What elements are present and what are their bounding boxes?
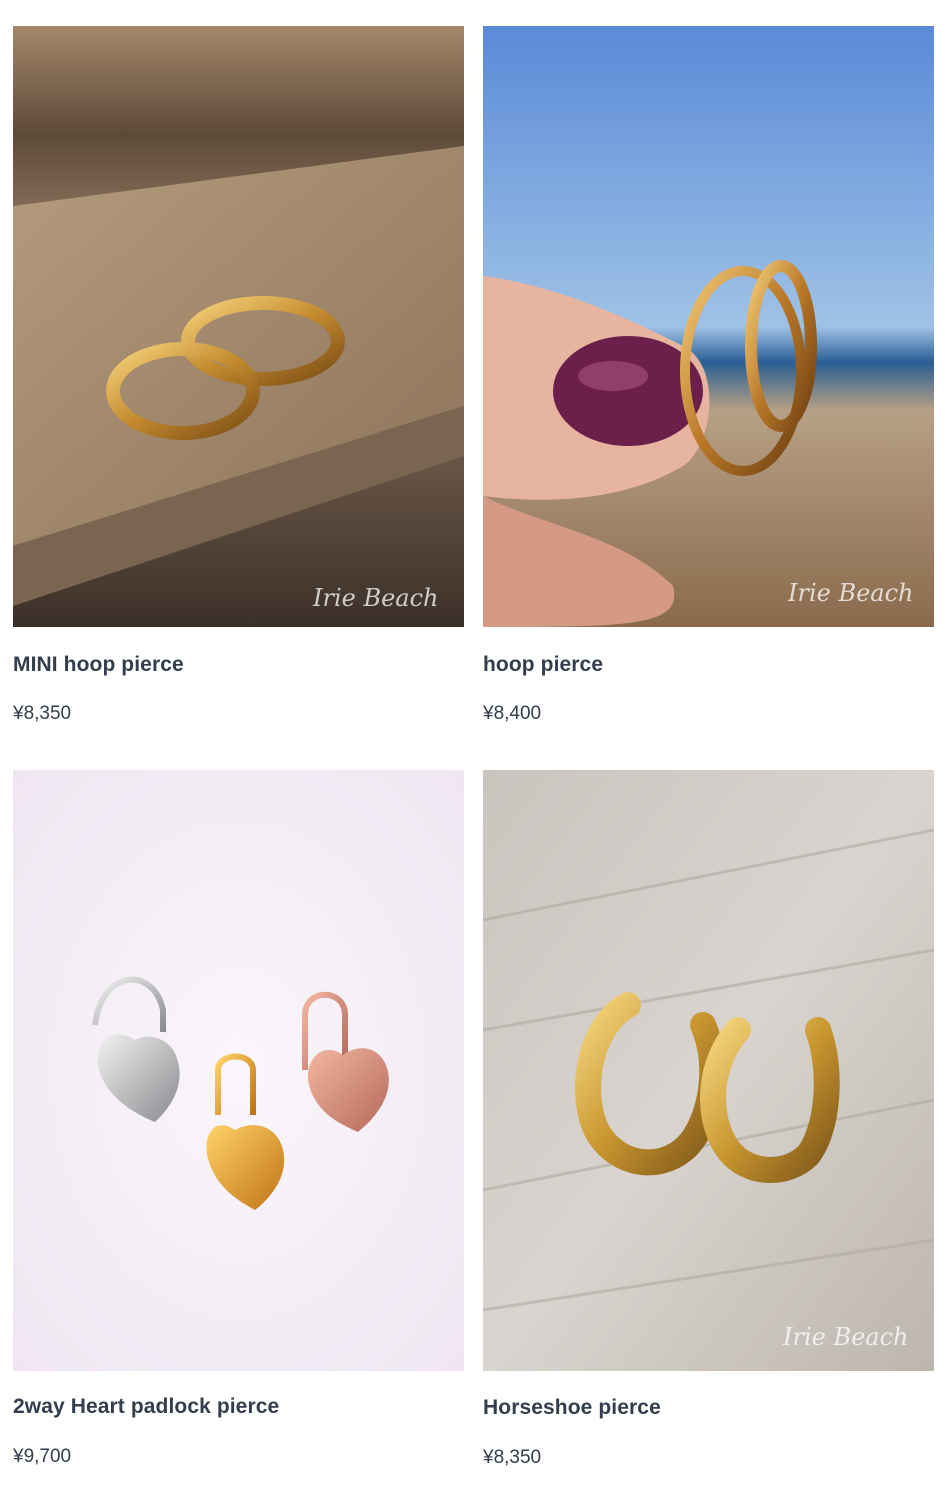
product-price: ¥8,400: [483, 703, 542, 724]
product-card-mini-hoop[interactable]: Irie Beach MINI hoop pierce ¥8,350: [13, 26, 464, 746]
watermark: Irie Beach: [782, 1323, 909, 1351]
watermark: Irie Beach: [787, 579, 914, 607]
product-image-heart-padlock[interactable]: [13, 770, 464, 1371]
sand-earrings-photo: Irie Beach: [13, 26, 464, 627]
product-price: ¥9,700: [13, 1446, 72, 1467]
product-title[interactable]: hoop pierce: [483, 653, 603, 677]
product-title[interactable]: 2way Heart padlock pierce: [13, 1395, 279, 1419]
padlock-earrings-photo: [13, 770, 464, 1371]
product-title[interactable]: MINI hoop pierce: [13, 653, 184, 677]
product-card-horseshoe[interactable]: Irie Beach Horseshoe pierce ¥8,350: [483, 770, 934, 1490]
hand-earrings-photo: Irie Beach: [483, 26, 934, 627]
product-card-heart-padlock[interactable]: 2way Heart padlock pierce ¥9,700: [13, 770, 464, 1490]
product-image-hoop[interactable]: Irie Beach: [483, 26, 934, 627]
product-price: ¥8,350: [483, 1447, 542, 1468]
watermark: Irie Beach: [312, 584, 439, 612]
product-price: ¥8,350: [13, 703, 72, 724]
product-image-horseshoe[interactable]: Irie Beach: [483, 770, 934, 1371]
product-image-mini-hoop[interactable]: Irie Beach: [13, 26, 464, 627]
horseshoe-earrings-photo: Irie Beach: [483, 770, 934, 1371]
product-title[interactable]: Horseshoe pierce: [483, 1396, 661, 1420]
product-card-hoop[interactable]: Irie Beach hoop pierce ¥8,400: [483, 26, 934, 746]
